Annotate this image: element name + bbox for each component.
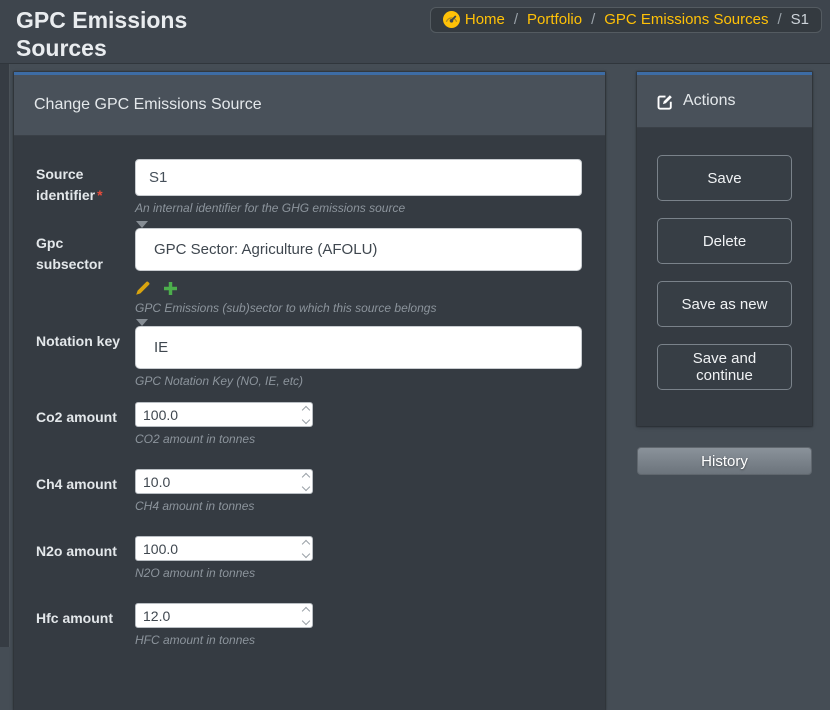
ch4-amount-help: CH4 amount in tonnes <box>135 499 582 514</box>
breadcrumb-separator: / <box>777 11 781 28</box>
n2o-amount-help: N2O amount in tonnes <box>135 566 582 581</box>
stepper-up-icon[interactable] <box>302 472 310 480</box>
notation-key-label: Notation key <box>36 326 135 389</box>
field-row-hfc-amount: Hfc amount HFC amount in tonnes <box>36 603 582 648</box>
source-identifier-input[interactable] <box>135 159 582 196</box>
form-card-header: Change GPC Emissions Source <box>14 75 605 136</box>
breadcrumb-separator: / <box>514 11 518 28</box>
gauge-icon <box>443 11 460 28</box>
top-navbar: GPC Emissions Sources Home / Portfolio /… <box>0 0 830 64</box>
stepper-up-icon[interactable] <box>302 405 310 413</box>
edit-square-icon <box>657 93 674 110</box>
field-row-notation-key: Notation key IE GPC Notation Key (NO, IE… <box>36 326 582 389</box>
hfc-amount-label: Hfc amount <box>36 603 135 648</box>
stepper-up-icon[interactable] <box>302 606 310 614</box>
page-title: GPC Emissions Sources <box>16 6 226 62</box>
number-stepper[interactable] <box>303 536 309 561</box>
ch4-amount-input[interactable] <box>135 469 313 494</box>
select-caret-icon <box>136 221 148 228</box>
form-card-title: Change GPC Emissions Source <box>34 96 585 114</box>
breadcrumb: Home / Portfolio / GPC Emissions Sources… <box>430 7 822 33</box>
number-stepper[interactable] <box>303 603 309 628</box>
history-button[interactable]: History <box>637 447 812 475</box>
actions-card-title: Actions <box>683 92 735 110</box>
stepper-down-icon[interactable] <box>302 415 310 423</box>
field-row-source-identifier: Source identifier* An internal identifie… <box>36 159 582 216</box>
source-identifier-label: Source identifier* <box>36 159 135 216</box>
gpc-subsector-select[interactable]: GPC Sector: Agriculture (AFOLU) <box>135 228 582 271</box>
actions-card-body: Save Delete Save as new Save and continu… <box>637 128 812 426</box>
n2o-amount-label: N2o amount <box>36 536 135 581</box>
co2-amount-help: CO2 amount in tonnes <box>135 432 582 447</box>
gpc-subsector-label: Gpc subsector <box>36 228 135 316</box>
source-identifier-help: An internal identifier for the GHG emiss… <box>135 201 582 216</box>
notation-key-select[interactable]: IE <box>135 326 582 369</box>
breadcrumb-portfolio-link[interactable]: Portfolio <box>527 11 582 28</box>
co2-amount-label: Co2 amount <box>36 402 135 447</box>
n2o-amount-input[interactable] <box>135 536 313 561</box>
gpc-subsector-help: GPC Emissions (sub)sector to which this … <box>135 301 582 316</box>
field-row-ch4-amount: Ch4 amount CH4 amount in tonnes <box>36 469 582 514</box>
number-stepper[interactable] <box>303 402 309 427</box>
breadcrumb-current-item: S1 <box>791 11 809 28</box>
notation-key-help: GPC Notation Key (NO, IE, etc) <box>135 374 582 389</box>
stepper-down-icon[interactable] <box>302 616 310 624</box>
hfc-amount-help: HFC amount in tonnes <box>135 633 582 648</box>
edit-related-icon[interactable] <box>135 280 151 296</box>
ch4-amount-label: Ch4 amount <box>36 469 135 514</box>
change-form-card: Change GPC Emissions Source Source ident… <box>14 72 605 710</box>
hfc-amount-input[interactable] <box>135 603 313 628</box>
stepper-up-icon[interactable] <box>302 539 310 547</box>
field-row-n2o-amount: N2o amount N2O amount in tonnes <box>36 536 582 581</box>
actions-card-header: Actions <box>637 75 812 128</box>
select-caret-icon <box>136 319 148 326</box>
breadcrumb-home-label: Home <box>465 11 505 28</box>
breadcrumb-home-link[interactable]: Home <box>443 11 505 28</box>
actions-column: Actions Save Delete Save as new Save and… <box>637 72 812 475</box>
form-card-body: Source identifier* An internal identifie… <box>14 136 605 710</box>
number-stepper[interactable] <box>303 469 309 494</box>
delete-button[interactable]: Delete <box>657 218 792 264</box>
breadcrumb-gpc-sources-link[interactable]: GPC Emissions Sources <box>604 11 768 28</box>
add-related-icon[interactable] <box>164 282 177 295</box>
breadcrumb-separator: / <box>591 11 595 28</box>
save-button[interactable]: Save <box>657 155 792 201</box>
co2-amount-input[interactable] <box>135 402 313 427</box>
sidebar-edge <box>0 64 10 647</box>
content-area: Change GPC Emissions Source Source ident… <box>0 64 830 710</box>
save-as-new-button[interactable]: Save as new <box>657 281 792 327</box>
save-and-continue-button[interactable]: Save and continue <box>657 344 792 390</box>
field-row-gpc-subsector: Gpc subsector GPC Sector: Agriculture (A… <box>36 228 582 316</box>
required-asterisk: * <box>97 187 102 203</box>
actions-card: Actions Save Delete Save as new Save and… <box>637 72 812 426</box>
field-row-co2-amount: Co2 amount CO2 amount in tonnes <box>36 402 582 447</box>
stepper-down-icon[interactable] <box>302 549 310 557</box>
stepper-down-icon[interactable] <box>302 482 310 490</box>
